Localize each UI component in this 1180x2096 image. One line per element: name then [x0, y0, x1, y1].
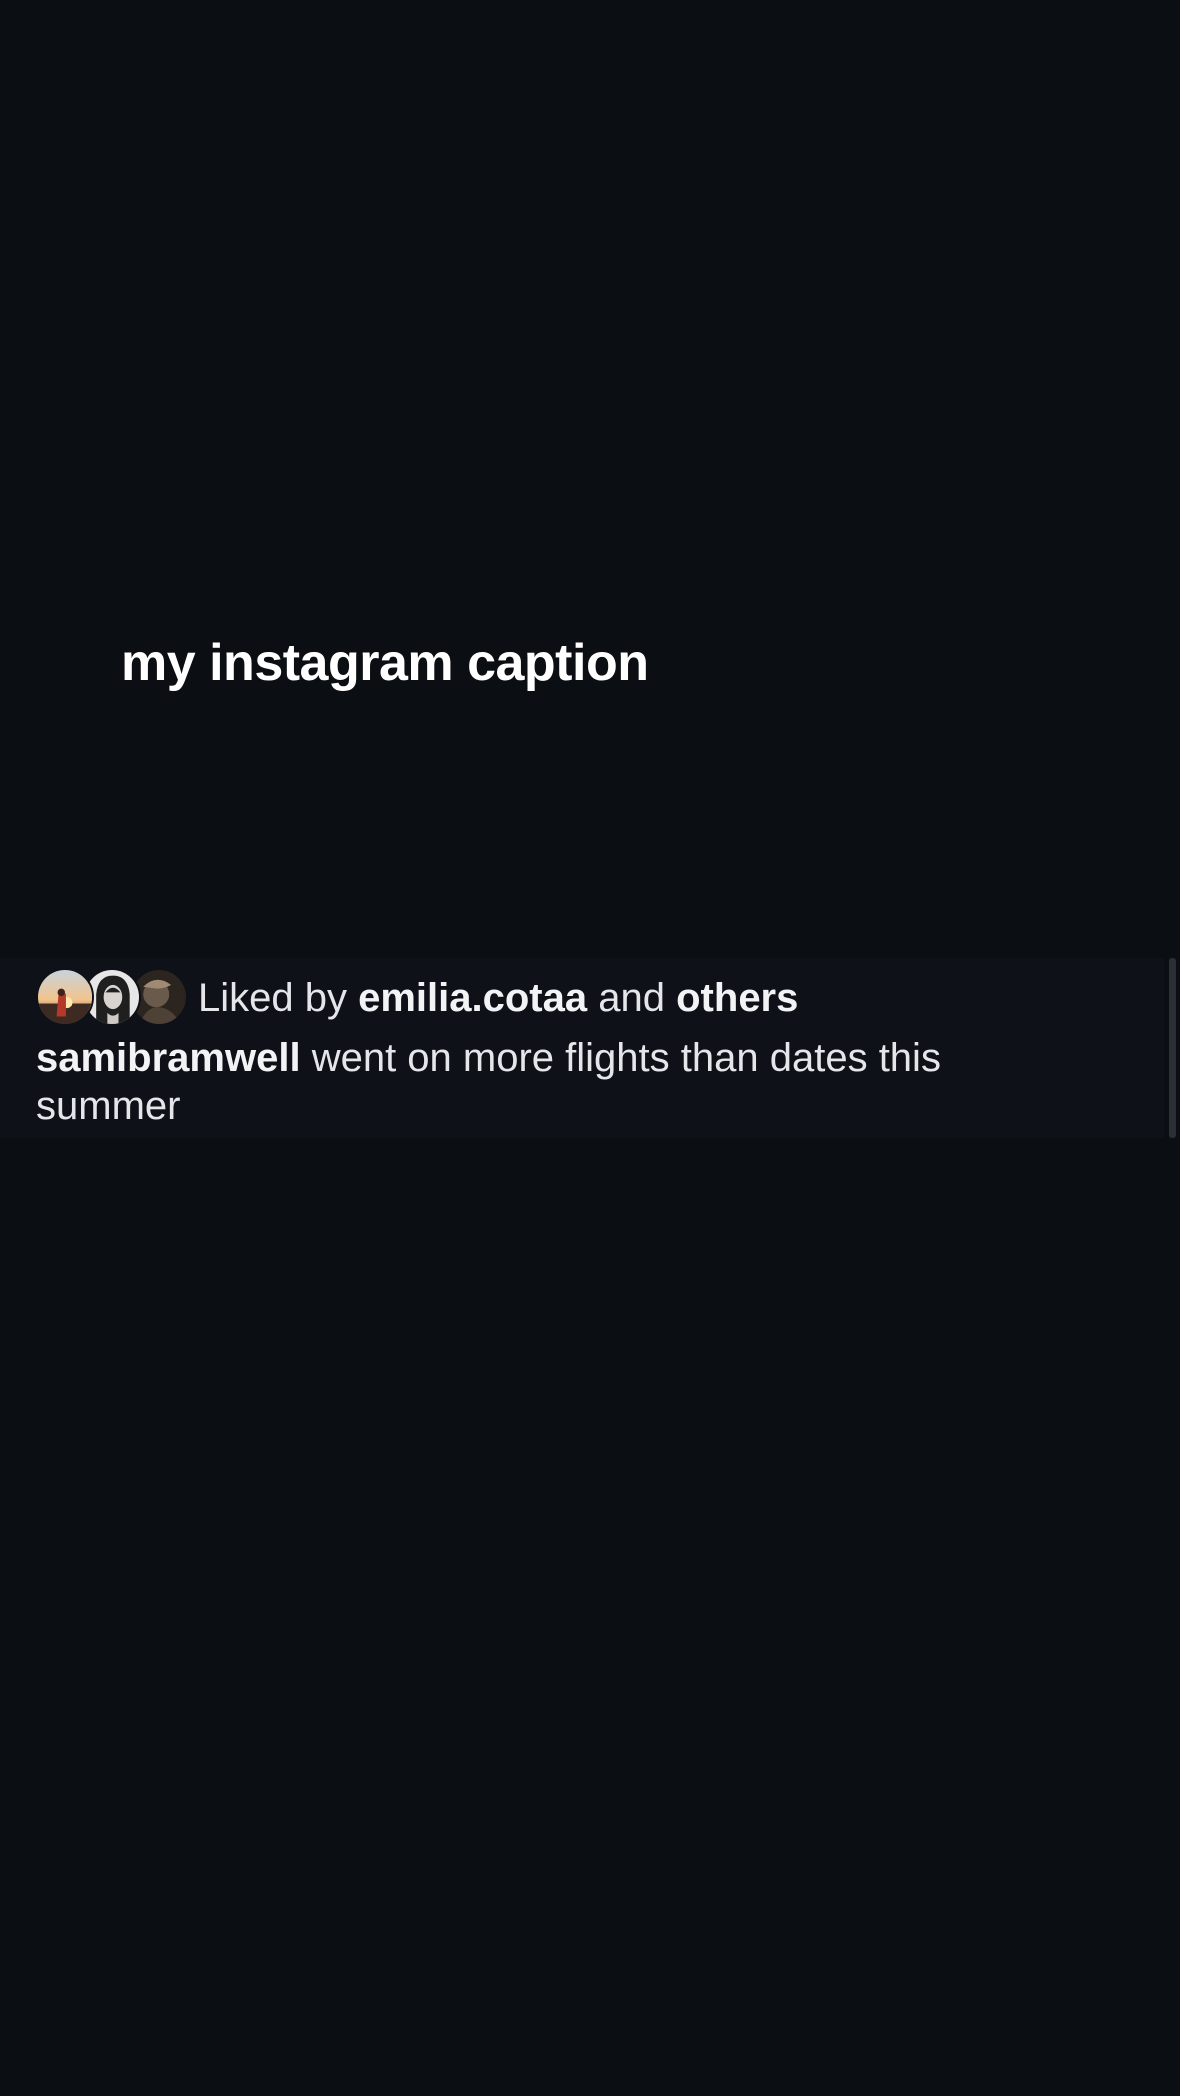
post-caption: samibramwell went on more flights than d…: [36, 1034, 1076, 1130]
liked-by-others-link[interactable]: others: [676, 976, 798, 1020]
page-title: my instagram caption: [121, 634, 649, 692]
likes-row[interactable]: Liked by emilia.cotaa and others: [36, 968, 798, 1028]
liker-avatars[interactable]: [36, 968, 188, 1028]
liked-by-prefix: Liked by: [198, 976, 347, 1020]
scrollbar[interactable]: [1169, 958, 1176, 1138]
author-username-link[interactable]: samibramwell: [36, 1036, 301, 1080]
liked-by-user-link[interactable]: emilia.cotaa: [358, 976, 587, 1020]
liked-by-joiner: and: [598, 976, 665, 1020]
likes-summary: Liked by emilia.cotaa and others: [198, 968, 798, 1028]
sunset-avatar[interactable]: [36, 968, 94, 1026]
